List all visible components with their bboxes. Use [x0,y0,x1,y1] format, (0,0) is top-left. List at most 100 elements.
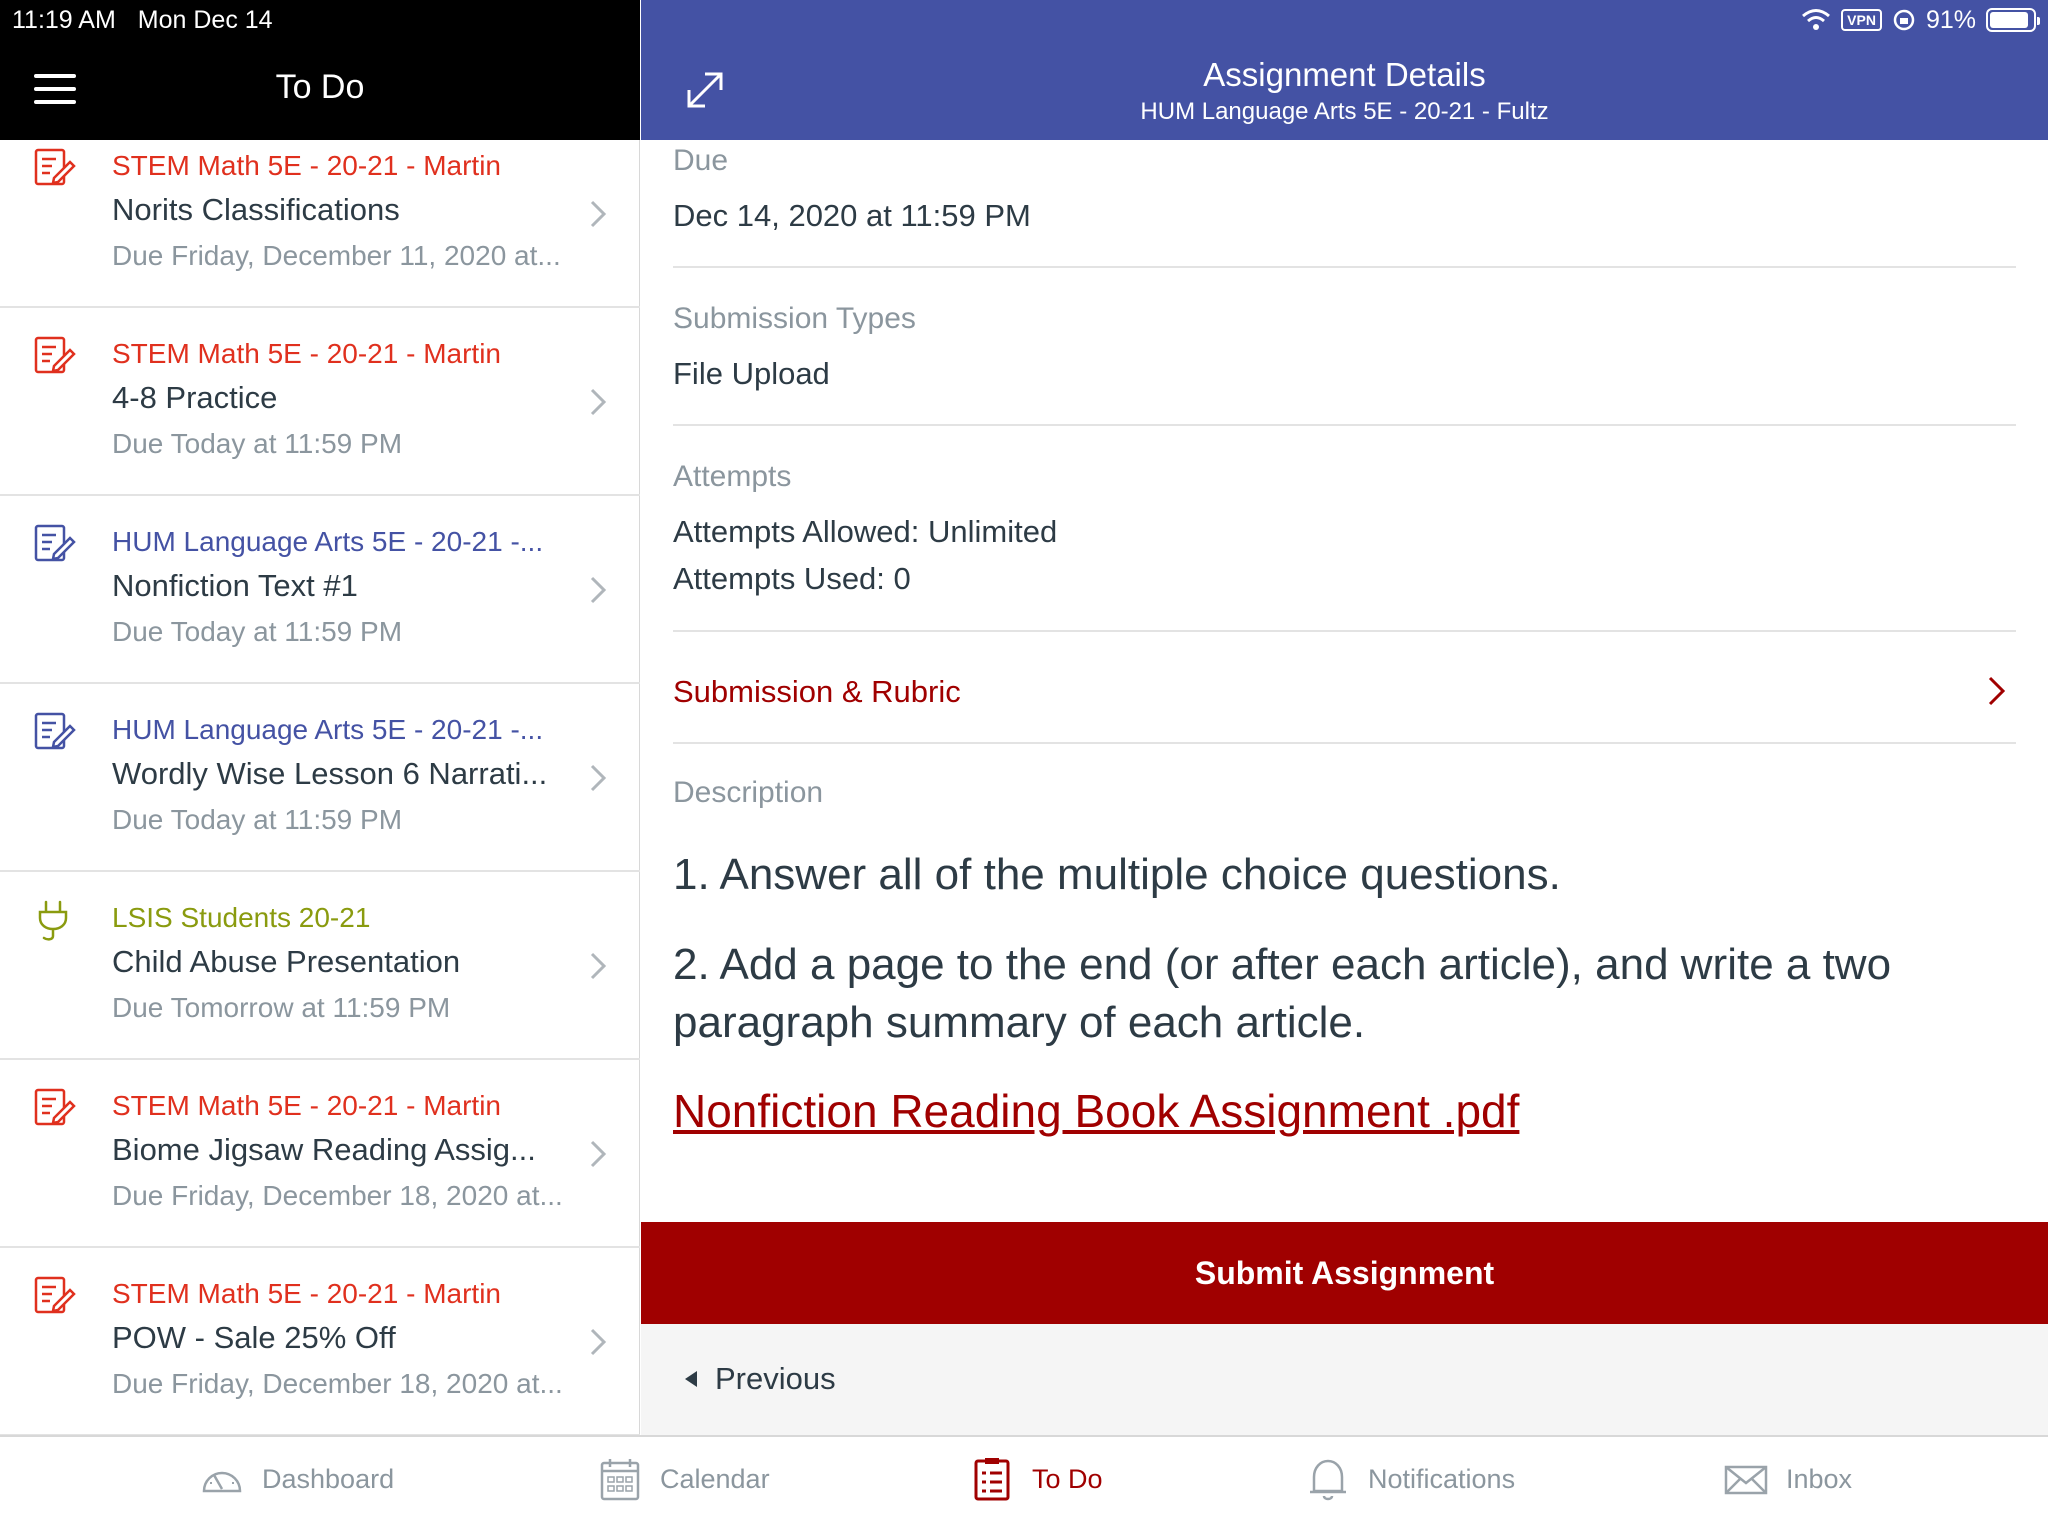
submission-rubric-row[interactable]: Submission & Rubric [641,646,2048,736]
assignment-details: Due Dec 14, 2020 at 11:59 PM Submission … [641,140,2048,1222]
status-time: 11:19 AM [12,5,116,34]
due-label: Due [673,144,729,177]
todo-due: Due Friday, December 18, 2020 at... [112,1180,563,1211]
tab-dashboard[interactable]: Dashboard [198,1451,394,1507]
attempts-used-key: Attempts Used: [673,561,885,596]
todo-item[interactable]: HUM Language Arts 5E - 20-21 -... Wordly… [0,684,640,872]
divider [673,630,2016,632]
todo-title-text: Child Abuse Presentation [112,944,461,979]
chevron-right-icon [1988,676,2006,706]
todo-icon [974,1458,1010,1501]
todo-due: Due Today at 11:59 PM [112,428,403,459]
tab-label: Dashboard [262,1463,395,1494]
todo-due: Due Today at 11:59 PM [112,804,403,835]
status-bar-right: VPN 91% [1801,0,2040,40]
todo-item[interactable]: LSIS Students 20-21 Child Abuse Presenta… [0,872,640,1060]
navigation-bar: Previous [641,1324,2048,1435]
chevron-right-icon [590,764,607,792]
attempts-used-value: 0 [893,561,911,596]
attachment-link[interactable]: Nonfiction Reading Book Assignment .pdf [673,1084,1519,1138]
due-value: Dec 14, 2020 at 11:59 PM [673,198,1031,233]
submission-types-value: File Upload [673,356,830,391]
vpn-badge: VPN [1841,9,1882,31]
tab-todo[interactable]: To Do [968,1451,1103,1507]
status-date: Mon Dec 14 [137,5,273,34]
detail-title: Assignment Details [1203,56,1486,93]
submit-assignment-button[interactable]: Submit Assignment [641,1222,2048,1324]
chevron-right-icon [590,388,607,416]
submission-types-label: Submission Types [673,302,916,335]
todo-title-text: Nonfiction Text #1 [112,568,358,603]
todo-title-text: Biome Jigsaw Reading Assig... [112,1132,536,1167]
previous-button[interactable]: Previous [685,1354,836,1404]
chevron-right-icon [590,200,607,228]
todo-item[interactable]: HUM Language Arts 5E - 20-21 -... Nonfic… [0,496,640,684]
todo-course: STEM Math 5E - 20-21 - Martin [112,1278,502,1309]
divider [673,266,2016,268]
todo-due: Due Friday, December 18, 2020 at... [112,1368,563,1399]
tab-bar: Dashboard Calendar To Do Notifications I… [0,1435,2048,1536]
todo-title-text: Norits Classifications [112,192,400,227]
todo-title-text: 4-8 Practice [112,380,278,415]
attempts-used: Attempts Used: 0 [673,561,911,597]
tab-inbox[interactable]: Inbox [1722,1451,1852,1507]
previous-label: Previous [715,1361,836,1396]
todo-due: Due Today at 11:59 PM [112,616,403,647]
chevron-right-icon [590,1328,607,1356]
app-root: To Do STEM Math 5E - 20-21 - Martin Nori… [0,0,2048,1536]
attempts-allowed: Attempts Allowed: Unlimited [673,514,1057,550]
tab-label: To Do [1032,1463,1103,1494]
tab-label: Notifications [1368,1463,1516,1494]
description-label: Description [673,776,824,809]
chevron-right-icon [590,1140,607,1168]
divider [673,424,2016,426]
bell-icon [1310,1459,1346,1501]
attempts-label: Attempts [673,460,792,493]
battery-percent: 91% [1925,5,1976,34]
todo-pane: To Do STEM Math 5E - 20-21 - Martin Nori… [0,0,640,1435]
chevron-right-icon [590,952,607,980]
todo-due: Due Tomorrow at 11:59 PM [112,992,451,1023]
tab-label: Inbox [1786,1463,1853,1494]
assignment-icon [34,1276,76,1314]
chevron-right-icon [590,576,607,604]
todo-course: STEM Math 5E - 20-21 - Martin [112,338,502,369]
wifi-icon [1802,9,1831,30]
todo-item[interactable]: STEM Math 5E - 20-21 - Martin Norits Cla… [0,140,640,308]
todo-due: Due Friday, December 11, 2020 at... [112,240,561,271]
orientation-lock-icon [1893,9,1915,31]
todo-course: STEM Math 5E - 20-21 - Martin [112,150,502,181]
todo-item[interactable]: STEM Math 5E - 20-21 - Martin 4-8 Practi… [0,308,640,496]
description-paragraph: 1. Answer all of the multiple choice que… [673,850,1561,899]
todo-item[interactable]: STEM Math 5E - 20-21 - Martin Biome Jigs… [0,1060,640,1248]
divider [673,742,2016,744]
dashboard-icon [202,1471,242,1493]
tab-notifications[interactable]: Notifications [1304,1451,1515,1507]
todo-title: To Do [275,68,365,106]
todo-list: STEM Math 5E - 20-21 - Martin Norits Cla… [0,140,640,1435]
assignment-icon [34,524,76,562]
mail-icon [1724,1465,1768,1495]
status-bar-left: 11:19 AM Mon Dec 14 [0,0,640,40]
assignment-icon [34,336,76,374]
submission-rubric-label: Submission & Rubric [673,674,961,709]
todo-item[interactable]: STEM Math 5E - 20-21 - Martin POW - Sale… [0,1248,640,1435]
battery-icon [1986,8,2040,32]
attempts-allowed-value: Unlimited [928,514,1058,549]
triangle-left-icon [685,1371,697,1387]
todo-course: HUM Language Arts 5E - 20-21 -... [112,526,544,557]
plug-icon [38,900,68,941]
detail-subtitle: HUM Language Arts 5E - 20-21 - Fultz [1140,98,1549,125]
battery-level [1990,12,2029,28]
assignment-icon [34,712,76,750]
attempts-allowed-key: Attempts Allowed: [673,514,920,549]
todo-title-text: Wordly Wise Lesson 6 Narrati... [112,756,548,791]
description-paragraph: 2. Add a page to the end (or after each … [673,940,1892,1047]
assignment-icon [34,1088,76,1126]
calendar-icon [600,1459,640,1501]
todo-title-text: POW - Sale 25% Off [112,1320,396,1355]
tab-label: Calendar [660,1463,770,1494]
todo-course: LSIS Students 20-21 [112,902,371,933]
assignment-icon [34,148,76,186]
tab-calendar[interactable]: Calendar [596,1451,770,1507]
